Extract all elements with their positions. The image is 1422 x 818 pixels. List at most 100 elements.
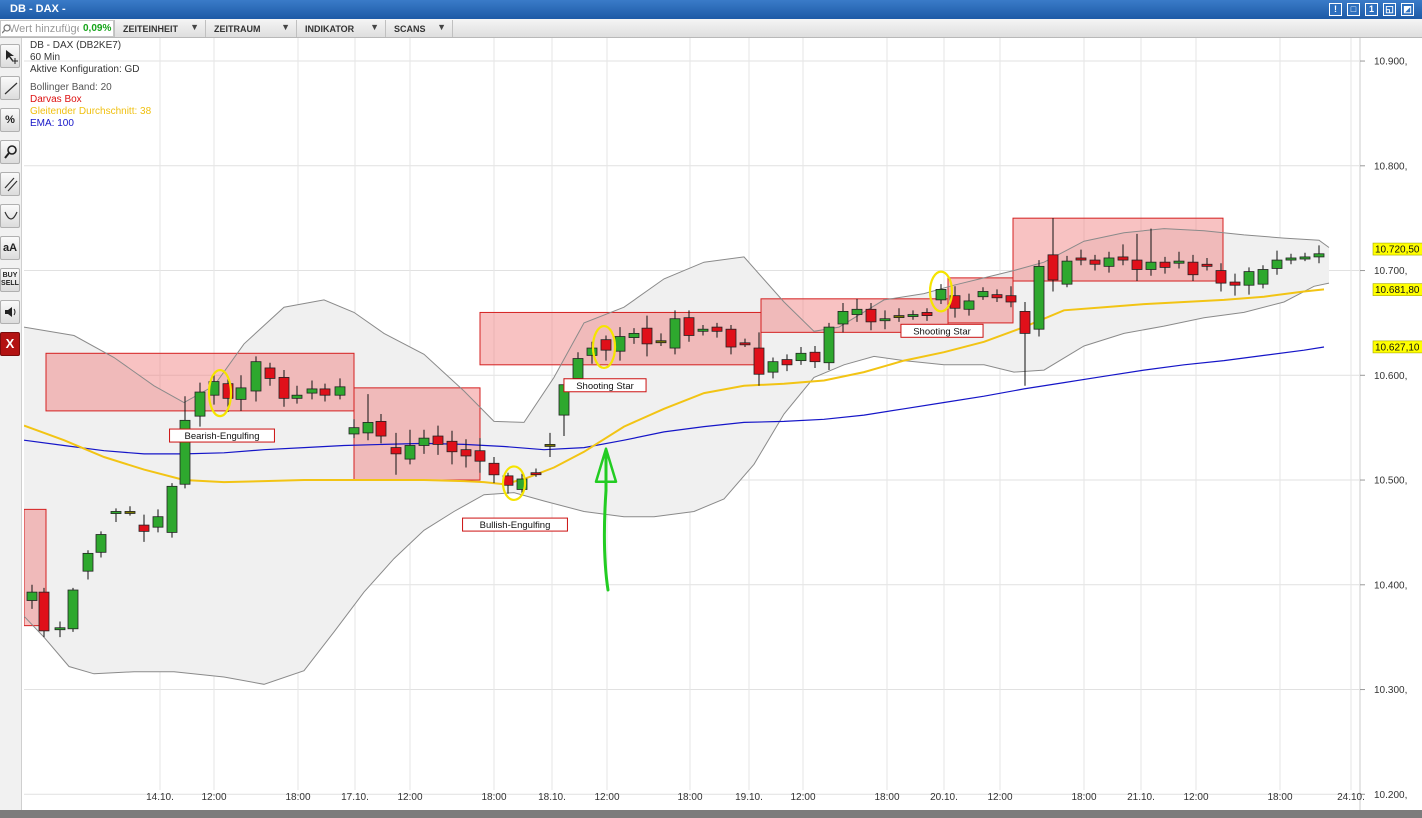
menu-zeiteinheit[interactable]: ZEITEINHEIT ▼	[114, 20, 205, 37]
candle-body	[768, 362, 778, 372]
y-tick-label: 10.500,	[1374, 476, 1407, 487]
sound-button[interactable]	[0, 300, 20, 324]
x-tick-label: 18:00	[1267, 792, 1292, 803]
candle-body	[279, 377, 289, 398]
chevron-down-icon: ▼	[281, 22, 290, 32]
y-tick-label: 10.300,	[1374, 685, 1407, 696]
candle-body	[349, 428, 359, 434]
chevron-down-icon: ▼	[437, 22, 446, 32]
x-tick-label: 24.10.	[1337, 792, 1365, 803]
candle-body	[1160, 262, 1170, 267]
x-tick-label: 18.10.	[538, 792, 566, 803]
menu-label: INDIKATOR	[305, 24, 354, 34]
candle-body	[698, 329, 708, 331]
text-tool-button[interactable]: aA	[0, 236, 20, 260]
x-tick-label: 12:00	[594, 792, 619, 803]
pattern-label: Bullish-Engulfing	[480, 520, 551, 531]
x-tick-label: 14.10.	[146, 792, 174, 803]
candle-body	[1202, 264, 1212, 266]
candle-body	[167, 486, 177, 532]
indicator-bollinger: Bollinger Band: 20	[30, 82, 151, 94]
candle-body	[251, 362, 261, 391]
x-tick-label: 12:00	[1183, 792, 1208, 803]
channel-tool-icon	[3, 176, 19, 192]
drawing-tools: % aA BUY SELL X	[0, 38, 22, 818]
candle-body	[68, 590, 78, 629]
candle-body	[307, 389, 317, 393]
menu-scans[interactable]: SCANS ▼	[385, 20, 453, 37]
line-tool-button[interactable]	[0, 76, 20, 100]
arc-tool-button[interactable]	[0, 204, 20, 228]
instrument-title: DB - DAX (DB2KE7)	[30, 40, 151, 52]
candle-body	[1104, 258, 1114, 266]
candle-body	[1258, 269, 1268, 284]
maximize-icon[interactable]: ◩	[1401, 3, 1414, 16]
candle-body	[1132, 260, 1142, 269]
candle-body	[1006, 296, 1016, 302]
info-icon[interactable]: !	[1329, 3, 1342, 16]
restore-icon[interactable]: ◱	[1383, 3, 1396, 16]
chart-legend: DB - DAX (DB2KE7) 60 Min Aktive Konfigur…	[30, 40, 151, 130]
candle-body	[1118, 257, 1128, 260]
pattern-label: Shooting Star	[576, 381, 634, 392]
candle-body	[433, 436, 443, 444]
candle-body	[320, 389, 330, 395]
candle-body	[824, 327, 834, 363]
window-title: DB - DAX -	[10, 3, 66, 15]
menu-indikator[interactable]: INDIKATOR ▼	[296, 20, 385, 37]
print-icon[interactable]: 1	[1365, 3, 1378, 16]
candle-body	[1146, 262, 1156, 269]
candle-body	[880, 319, 890, 321]
candle-body	[629, 333, 639, 337]
candle-body	[1062, 261, 1072, 284]
candle-body	[292, 395, 302, 398]
x-tick-label: 17.10.	[341, 792, 369, 803]
candle-body	[96, 535, 106, 553]
percent-tool-button[interactable]: %	[0, 108, 20, 132]
candle-body	[656, 341, 666, 343]
add-symbol-box[interactable]: 0,09%	[0, 20, 114, 37]
y-tick-label: 10.900,	[1374, 57, 1407, 68]
title-bar: DB - DAX - ! □ 1 ◱ ◩	[0, 0, 1422, 19]
candle-body	[601, 340, 611, 350]
pattern-label: Shooting Star	[913, 326, 971, 337]
candle-body	[1020, 311, 1030, 333]
candle-body	[335, 387, 345, 395]
candle-body	[461, 450, 471, 456]
candle-body	[265, 368, 275, 378]
price-chart-svg[interactable]: Bearish-EngulfingBullish-EngulfingShooti…	[24, 38, 1422, 810]
x-tick-label: 21.10.	[1127, 792, 1155, 803]
candle-body	[894, 316, 904, 318]
candle-body	[195, 392, 205, 416]
channel-tool-button[interactable]	[0, 172, 20, 196]
menu-label: SCANS	[394, 24, 426, 34]
interval-label: 60 Min	[30, 52, 151, 64]
y-tick-label: 10.400,	[1374, 580, 1407, 591]
candle-body	[573, 359, 583, 379]
candle-body	[39, 592, 49, 631]
add-symbol-input[interactable]	[9, 21, 79, 36]
candle-body	[419, 438, 429, 445]
candle-body	[489, 463, 499, 475]
crosshair-tool-button[interactable]	[0, 44, 20, 68]
y-tick-label: 10.800,	[1374, 161, 1407, 172]
price-marker-label: 10.681,80	[1375, 285, 1420, 296]
candle-body	[405, 445, 415, 459]
candle-body	[545, 444, 555, 446]
zoom-tool-button[interactable]	[0, 140, 20, 164]
candle-body	[1188, 262, 1198, 275]
x-tick-label: 12:00	[201, 792, 226, 803]
candle-body	[139, 525, 149, 531]
candle-body	[391, 448, 401, 454]
candle-body	[1090, 260, 1100, 264]
percent-label: %	[1, 114, 19, 126]
minimize-icon[interactable]: □	[1347, 3, 1360, 16]
candle-body	[376, 421, 386, 436]
x-tick-label: 12:00	[987, 792, 1012, 803]
price-chart[interactable]: Bearish-EngulfingBullish-EngulfingShooti…	[24, 38, 1422, 810]
close-chart-button[interactable]: X	[0, 332, 20, 356]
buy-sell-button[interactable]: BUY SELL	[0, 268, 20, 292]
candle-body	[810, 352, 820, 361]
candle-body	[838, 311, 848, 324]
menu-zeitraum[interactable]: ZEITRAUM ▼	[205, 20, 296, 37]
